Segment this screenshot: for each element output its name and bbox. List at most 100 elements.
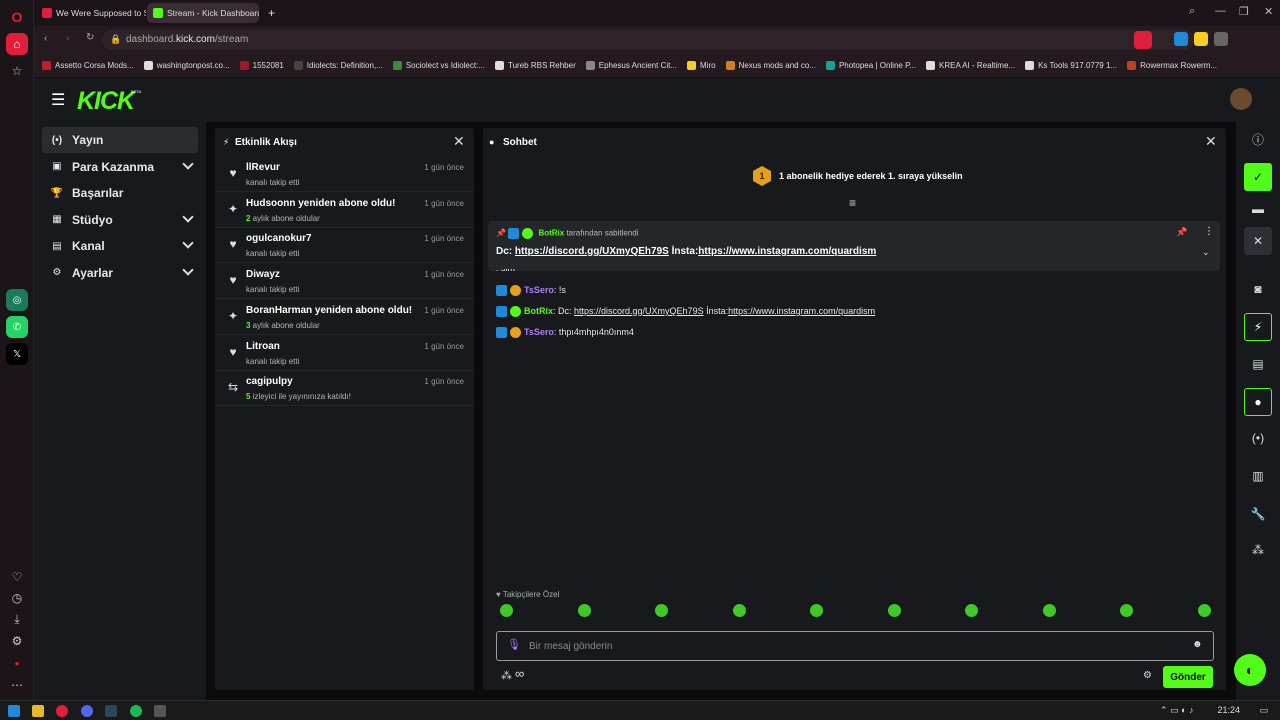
activity-item[interactable]: ✦ BoranHarman yeniden abone oldu! 1 gün ön… [215,299,474,335]
emoji-icon[interactable]: ☻ [1192,639,1203,650]
chevron-down-icon[interactable]: ⌄ [1202,247,1210,258]
notification-icon[interactable]: ▭ [1259,705,1268,716]
emote-icon[interactable] [1197,604,1211,617]
forward-icon[interactable]: › [66,33,69,44]
activity-item[interactable]: ♥ Diwayz 1 gün önce kanalı takip etti [215,263,474,300]
chevron-down-icon[interactable] [182,157,194,170]
microphone-icon[interactable]: 🎙 [507,638,521,651]
bookmark-item[interactable]: Ks Tools 917.0779 1... [1025,61,1117,70]
nav-item[interactable]: ▣ Para Kazanma [42,154,198,180]
bookmark-item[interactable]: Rowermax Rowerm... [1127,61,1217,70]
minimize-button[interactable]: — [1215,5,1226,17]
infinity-icon[interactable]: ∞ [515,666,524,681]
instagram-link[interactable]: https://www.instagram.com/quardism [698,246,876,257]
broadcast-icon[interactable]: (•) [1244,424,1272,452]
send-button[interactable]: Gönder [1163,666,1213,688]
more-vertical-icon[interactable]: ⋮ [1204,226,1214,237]
bookmark-item[interactable]: 1552081 [239,61,284,70]
support-icon[interactable]: ◐ [1234,654,1266,686]
tab-kick-dashboard[interactable]: Stream - Kick Dashboard [147,3,259,23]
activity-item[interactable]: ✦ Hudsoonn yeniden abone oldu! 1 gün önce 2… [215,192,474,228]
profile-icon[interactable] [1134,31,1152,49]
nav-item[interactable]: ⚙ Ayarlar [42,260,198,286]
tab-youtube[interactable]: We Were Supposed to St [36,3,146,23]
chevron-down-icon[interactable] [182,237,194,249]
maximize-button[interactable]: ❐ [1239,5,1249,18]
sub-gift-leaderboard[interactable]: 1 1 abonelik hediye ederek 1. sıraya yük… [753,166,963,186]
bookmark-item[interactable]: Idiolects: Definition,... [293,61,383,70]
obs-icon[interactable] [154,705,166,717]
steam-icon[interactable] [105,705,117,717]
search-icon[interactable]: ⌕ [1189,5,1195,18]
extension-icon[interactable] [1214,32,1228,46]
pinned-user[interactable]: BotRix [538,229,564,238]
chatgpt-icon[interactable]: ◎ [6,289,28,311]
nav-item[interactable]: ▦ Stüdyo [42,207,198,233]
chevron-down-icon[interactable] [182,263,194,276]
tray-icons[interactable]: ⌃ ▭ ◐ ♪ [1160,705,1193,716]
bookmark-item[interactable]: Sociolect vs Idiolect:... [392,61,485,70]
extension-icon[interactable]: ● [6,652,28,674]
new-tab-button[interactable]: + [262,3,280,23]
close-icon[interactable]: ✕ [1244,227,1272,255]
emote-icon[interactable] [1120,604,1133,617]
emote-icon[interactable] [1042,604,1056,617]
check-icon[interactable]: ✓ [1244,163,1272,191]
close-window-button[interactable]: ✕ [1264,5,1273,18]
discord-link[interactable]: https://discord.gg/UXmyQEh79S [515,246,669,257]
emote-icon[interactable] [655,604,668,617]
download-icon[interactable]: ⤓ [6,608,28,630]
history-icon[interactable]: ◷ [6,587,28,609]
chat-input-box[interactable]: 🎙 ☻ [496,631,1214,661]
pin-icon[interactable]: 📌 [1176,227,1187,238]
heart-icon[interactable]: ♡ [6,566,28,588]
extension-icon[interactable] [1174,32,1188,46]
close-icon[interactable]: ✕ [453,133,465,150]
bookmark-item[interactable]: Miro [687,61,716,70]
nav-item[interactable]: (•) Yayın [42,127,198,153]
menu-icon[interactable]: ☰ [51,90,65,110]
notes-icon[interactable]: ▤ [1244,350,1272,378]
windows-start-icon[interactable] [8,705,20,717]
emote-icon[interactable] [732,604,746,617]
emote-icon[interactable] [887,604,901,617]
star-icon[interactable]: ☆ [6,60,28,82]
close-icon[interactable]: ✕ [1205,133,1217,150]
spotify-icon[interactable] [130,705,142,717]
wrench-icon[interactable]: 🔧 [1244,500,1272,528]
emote-icon[interactable] [500,604,513,617]
info-icon[interactable]: ⓘ [1244,125,1272,153]
emote-icon[interactable] [965,604,978,617]
opera-icon[interactable] [56,705,68,717]
chat-username[interactable]: TsSero [524,285,554,295]
instagram-link[interactable]: https://www.instagram.com/quardism [728,306,875,316]
opera-logo-icon[interactable]: O [6,6,28,28]
nav-item[interactable]: 🏆 Başarılar [42,180,198,206]
camera-icon[interactable]: ◙ [1244,275,1272,303]
avatar[interactable] [1230,88,1252,110]
home-icon[interactable]: ⌂ [6,33,28,55]
bookmark-item[interactable]: Assetto Corsa Mods... [42,61,134,70]
chat-icon[interactable]: ● [1244,388,1272,416]
nav-item[interactable]: ▤ Kanal [42,233,198,259]
chat-username[interactable]: TsSero [524,327,554,337]
more-icon[interactable]: ⋯ [6,674,28,696]
chat-username[interactable]: BotRix [524,306,553,316]
layout-icon[interactable]: ▬ [1244,195,1272,223]
lightning-icon[interactable]: ⚡ [1244,313,1272,341]
activity-item[interactable]: ♥ llRevur 1 gün önce kanalı takip etti [215,156,474,192]
activity-item[interactable]: ♥ Litroan 1 gün önce kanalı takip etti [215,335,474,371]
activity-item[interactable]: ♥ ogulcanokur7 1 gün önce kanalı takip etti [215,227,474,264]
bookmark-item[interactable]: washingtonpost.co... [143,61,230,70]
points-icon[interactable]: ⁂ [1244,536,1272,564]
kick-logo[interactable]: KICK [77,87,135,116]
bookmark-item[interactable]: Nexus mods and co... [725,61,816,70]
back-icon[interactable]: ‹ [44,33,47,44]
discord-link[interactable]: https://discord.gg/UXmyQEh79S [574,306,704,316]
reload-icon[interactable]: ↻ [86,32,94,43]
whatsapp-icon[interactable]: ✆ [6,316,28,338]
url-field[interactable]: 🔒 dashboard.kick.com/stream [102,30,1194,50]
x-twitter-icon[interactable]: 𝕏 [6,343,28,365]
chat-settings-icon[interactable]: ⚙ [1143,670,1152,681]
settings-icon[interactable]: ⚙ [6,630,28,652]
